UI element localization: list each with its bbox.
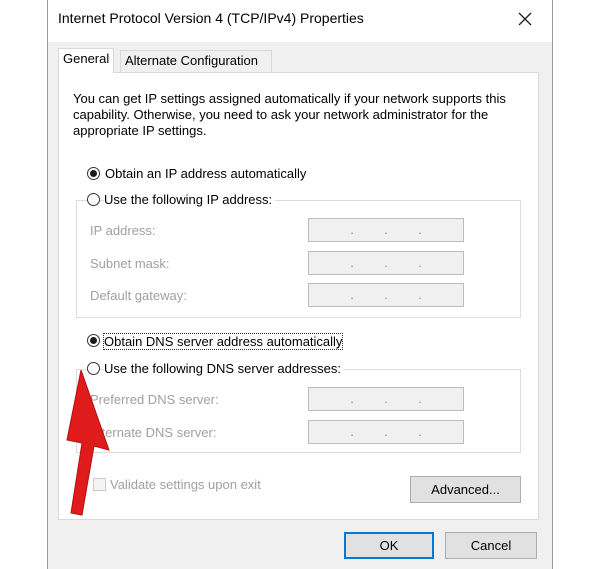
subnet-mask-input[interactable]: ... — [308, 251, 464, 275]
alternate-dns-input[interactable]: ... — [308, 420, 464, 444]
default-gateway-input[interactable]: ... — [308, 283, 464, 307]
radio-use-following-dns-label[interactable]: Use the following DNS server addresses: — [104, 361, 344, 376]
validate-checkbox-label[interactable]: Validate settings upon exit — [110, 477, 261, 492]
close-button[interactable] — [510, 6, 540, 32]
preferred-dns-input[interactable]: ... — [308, 387, 464, 411]
radio-obtain-ip-auto-label[interactable]: Obtain an IP address automatically — [105, 166, 306, 181]
radio-obtain-dns-auto[interactable] — [87, 334, 100, 347]
radio-use-following-ip[interactable] — [87, 193, 100, 206]
ok-button[interactable]: OK — [344, 532, 434, 559]
radio-obtain-dns-auto-label[interactable]: Obtain DNS server address automatically — [102, 333, 344, 350]
window-title: Internet Protocol Version 4 (TCP/IPv4) P… — [58, 10, 364, 26]
radio-use-following-ip-label[interactable]: Use the following IP address: — [104, 192, 276, 207]
ip-address-input[interactable]: ... — [308, 218, 464, 242]
tab-alternate-configuration[interactable]: Alternate Configuration — [120, 50, 272, 72]
tab-general[interactable]: General — [58, 48, 115, 73]
cancel-button[interactable]: Cancel — [445, 532, 537, 559]
subnet-mask-label: Subnet mask: — [90, 256, 170, 271]
arrow-icon — [66, 370, 110, 516]
radio-obtain-ip-auto[interactable] — [87, 167, 100, 180]
default-gateway-label: Default gateway: — [90, 288, 187, 303]
description-text: You can get IP settings assigned automat… — [73, 91, 506, 138]
advanced-button[interactable]: Advanced... — [410, 476, 521, 503]
red-arrow-annotation — [66, 370, 110, 516]
close-icon — [518, 12, 532, 26]
radio-selected-dot — [90, 337, 97, 344]
radio-selected-dot — [90, 170, 97, 177]
ip-address-label: IP address: — [90, 223, 156, 238]
